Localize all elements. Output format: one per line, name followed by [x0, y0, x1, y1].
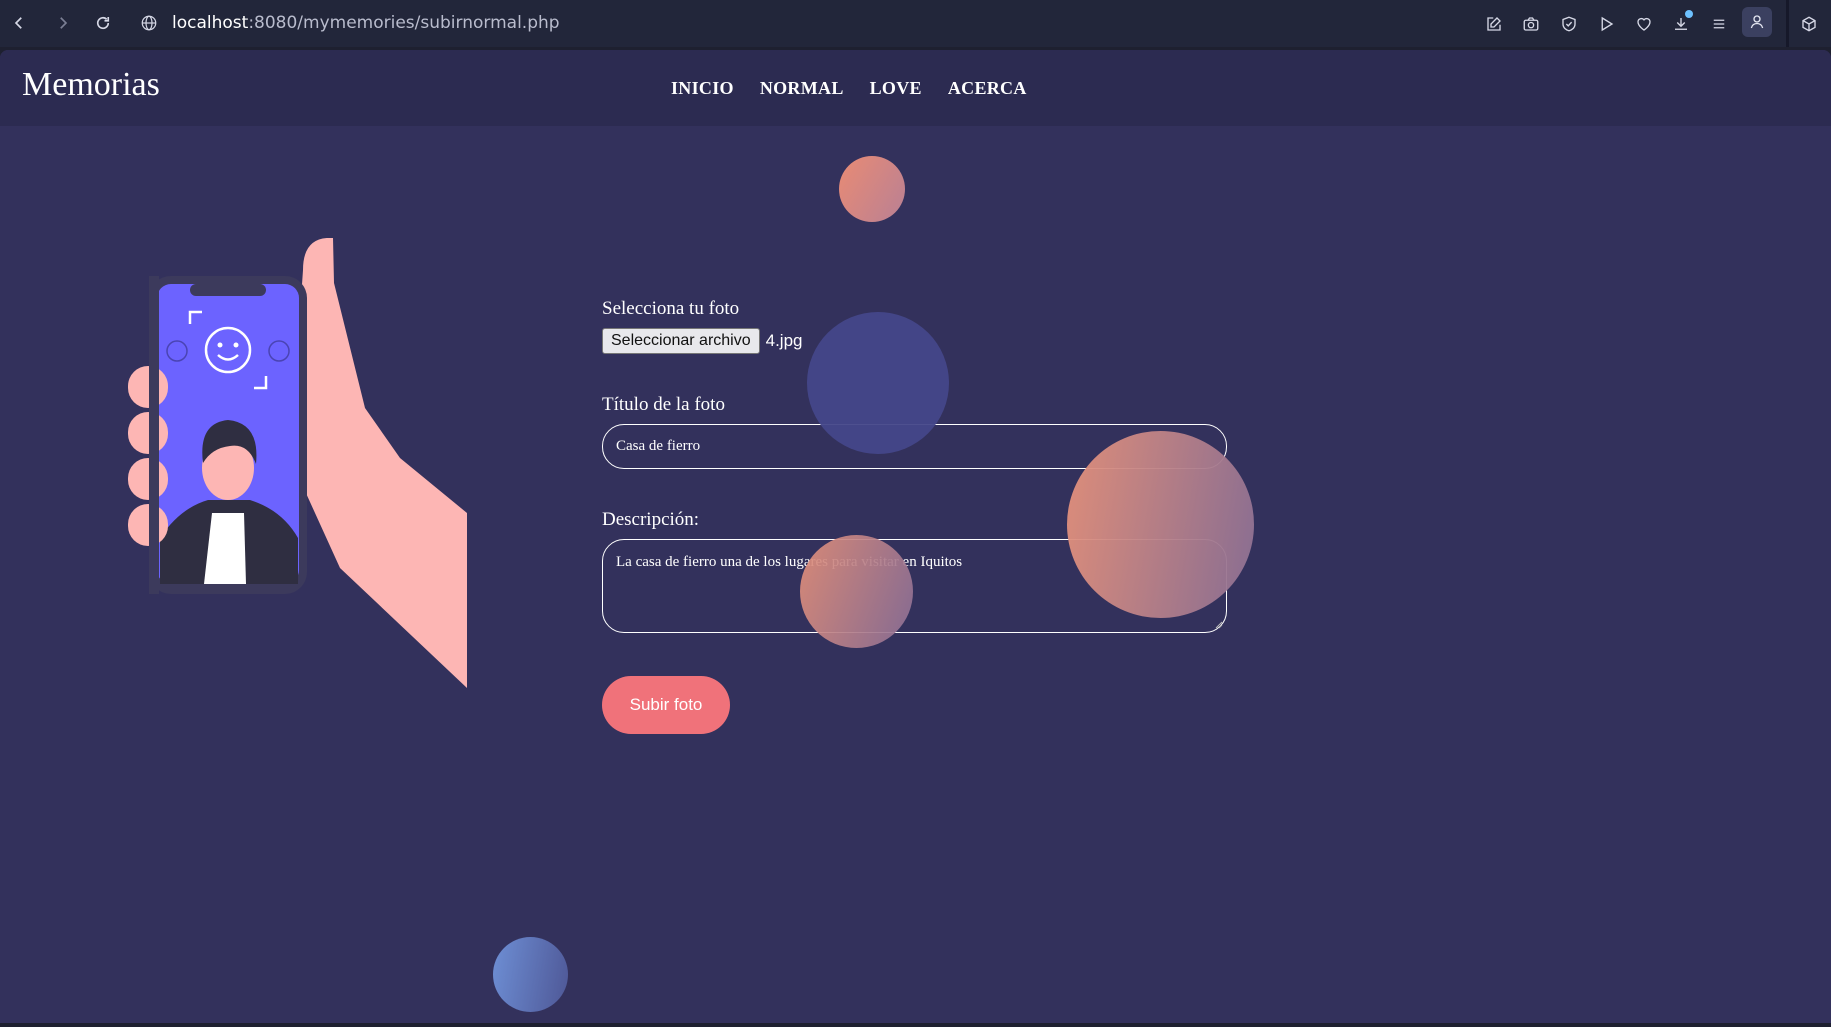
extensions-cube-icon[interactable] — [1795, 10, 1823, 38]
nav-link-normal[interactable]: NORMAL — [760, 78, 844, 99]
reload-icon[interactable] — [90, 10, 116, 36]
photo-title-value: Casa de fierro — [616, 438, 701, 454]
profile-icon[interactable] — [1742, 7, 1772, 37]
camera-icon[interactable] — [1517, 10, 1545, 38]
nav-link-acerca[interactable]: ACERCA — [948, 78, 1027, 99]
decorative-bubble — [839, 156, 905, 222]
globe-icon — [141, 15, 157, 31]
browser-toolbar: localhost:8080/mymemories/subirnormal.ph… — [0, 0, 1831, 47]
file-input[interactable]: Seleccionar archivo 4.jpg — [602, 328, 1227, 354]
toolbar-divider — [1786, 0, 1789, 47]
heart-icon[interactable] — [1630, 10, 1658, 38]
download-icon[interactable] — [1667, 10, 1695, 38]
nav-link-love[interactable]: LOVE — [870, 78, 922, 99]
main-nav: INICIO NORMAL LOVE ACERCA — [671, 50, 1027, 126]
resize-handle-icon[interactable] — [1215, 621, 1223, 629]
description-label: Descripción: — [602, 509, 700, 530]
description-value: La casa de fierro una de los lugares par… — [616, 554, 963, 570]
photo-title-input[interactable]: Casa de fierro — [602, 424, 1227, 469]
edit-page-icon[interactable] — [1480, 10, 1508, 38]
url-host: localhost — [172, 13, 249, 33]
address-bar[interactable]: localhost:8080/mymemories/subirnormal.ph… — [140, 8, 560, 38]
hand-phone-illustration — [128, 238, 467, 688]
selected-file-name: 4.jpg — [765, 331, 803, 350]
description-textarea[interactable]: La casa de fierro una de los lugares par… — [602, 539, 1227, 633]
nav-link-inicio[interactable]: INICIO — [671, 78, 734, 99]
menu-list-icon[interactable] — [1705, 10, 1733, 38]
forward-arrow-icon[interactable] — [50, 10, 76, 36]
choose-file-button[interactable]: Seleccionar archivo — [602, 328, 760, 354]
submit-photo-button[interactable]: Subir foto — [602, 676, 730, 734]
download-badge — [1685, 10, 1693, 18]
site-logo[interactable]: Memorias — [22, 66, 160, 104]
decorative-bubble — [493, 937, 568, 1012]
photo-label: Selecciona tu foto — [602, 298, 740, 319]
upload-photo-form: Selecciona tu foto Seleccionar archivo 4… — [602, 298, 1227, 734]
url-path: :8080/mymemories/subirnormal.php — [248, 13, 560, 33]
shield-icon[interactable] — [1555, 10, 1583, 38]
title-label: Título de la foto — [602, 394, 725, 415]
site-header: Memorias INICIO NORMAL LOVE ACERCA — [0, 50, 1831, 126]
back-arrow-icon[interactable] — [6, 10, 32, 36]
play-icon[interactable] — [1592, 10, 1620, 38]
page-viewport: Memorias INICIO NORMAL LOVE ACERCA Selec… — [0, 50, 1831, 1023]
